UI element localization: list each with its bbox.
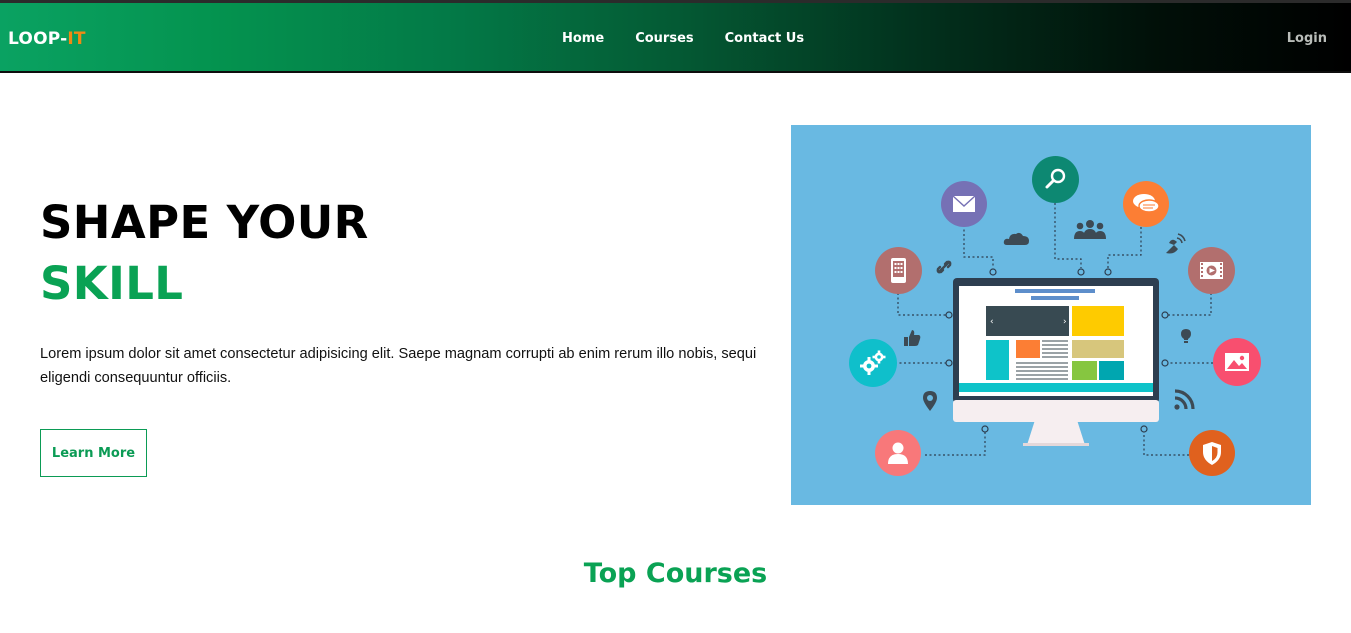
main-nav: Home Courses Contact Us: [562, 31, 835, 46]
user-icon: [875, 430, 921, 476]
link-icon: [936, 260, 952, 274]
cloud-icon: [1003, 232, 1029, 245]
shield-icon: [1189, 430, 1235, 476]
svg-text:›: ›: [1063, 317, 1067, 327]
nav-link-courses[interactable]: Courses: [635, 31, 693, 46]
hero-title: SHAPE YOUR SKILL: [40, 192, 369, 314]
hero-description: Lorem ipsum dolor sit amet consectetur a…: [40, 346, 757, 386]
video-icon: [1188, 247, 1235, 294]
brand-name: LOOP-: [8, 29, 68, 49]
satellite-icon: [1166, 233, 1186, 254]
location-pin-icon: [923, 391, 937, 411]
top-courses-title: Top Courses: [583, 558, 768, 589]
svg-text:‹: ‹: [990, 317, 994, 327]
image-icon: [1213, 338, 1261, 386]
nav-link-contact-us[interactable]: Contact Us: [725, 31, 804, 46]
mail-icon: [941, 181, 987, 227]
nav-link-home[interactable]: Home: [562, 31, 604, 46]
brand-logo[interactable]: LOOP-IT: [8, 29, 86, 49]
thumbs-up-icon: [904, 330, 921, 346]
learn-more-button[interactable]: Learn More: [40, 429, 147, 477]
hero-title-line1: SHAPE YOUR: [40, 196, 369, 249]
lightbulb-icon: [1181, 329, 1191, 343]
brand-accent: IT: [67, 29, 86, 49]
settings-icon: [849, 339, 897, 387]
search-icon: [1032, 156, 1079, 203]
monitor-icon: ‹ ›: [953, 278, 1159, 446]
group-icon: [1074, 220, 1106, 239]
rss-icon: [1174, 389, 1195, 410]
hero-illustration: ‹ ›: [791, 125, 1311, 505]
navbar: LOOP-IT Home Courses Contact Us Login: [0, 0, 1351, 73]
mobile-icon: [875, 247, 922, 294]
chat-icon: [1123, 181, 1169, 227]
hero-title-line2: SKILL: [40, 257, 184, 310]
login-link[interactable]: Login: [1287, 31, 1327, 46]
